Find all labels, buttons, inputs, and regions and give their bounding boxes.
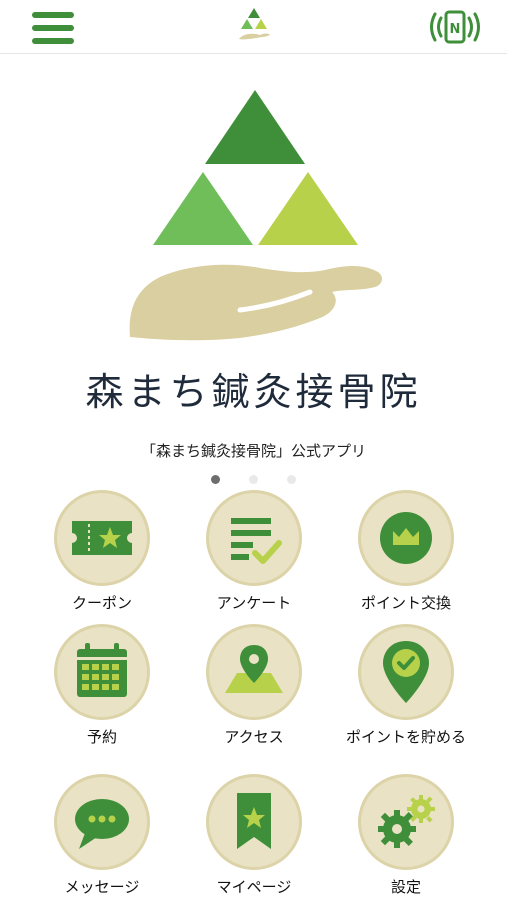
coupon-ticket-icon (67, 521, 137, 555)
menu-label: アクセス (224, 728, 284, 746)
survey-checklist-icon (231, 518, 282, 564)
hamburger-icon[interactable] (32, 10, 74, 46)
location-check-icon (383, 641, 429, 703)
svg-text:N: N (450, 22, 461, 37)
hero-banner[interactable]: 森まち鍼灸接骨院 (0, 56, 507, 456)
menu-label: クーポン (71, 594, 132, 612)
menu-label: ポイント交換 (360, 594, 451, 612)
map-pin-icon (225, 645, 283, 693)
calendar-icon (77, 643, 127, 697)
menu-item-survey[interactable]: アンケート (178, 490, 328, 630)
chat-bubble-icon (75, 799, 129, 849)
menu-item-mypage[interactable]: マイページ (178, 774, 328, 900)
menu-label: アンケート (216, 594, 292, 612)
menu-label: ポイントを貯める (345, 728, 466, 746)
menu-item-point-exchange[interactable]: ポイント交換 (330, 490, 480, 630)
carousel-indicator (0, 469, 507, 484)
menu-label: 予約 (86, 728, 117, 746)
bookmark-star-icon (237, 793, 271, 849)
clinic-logo-icon (239, 8, 270, 40)
menu-label: メッセージ (64, 878, 140, 896)
carousel-dot-1[interactable] (210, 475, 220, 484)
app-header: N (0, 0, 507, 54)
app-subtitle: 「森まち鍼灸接骨院」公式アプリ (140, 442, 366, 460)
carousel-dot-2[interactable] (249, 475, 258, 484)
menu-label: 設定 (390, 878, 421, 896)
clinic-logo-large (129, 90, 382, 341)
menu-item-message[interactable]: メッセージ (26, 774, 176, 900)
gears-icon (378, 795, 435, 848)
point-crown-icon (380, 512, 432, 564)
menu-item-access[interactable]: アクセス (178, 624, 328, 764)
menu-item-reservation[interactable]: 予約 (26, 624, 176, 764)
carousel-dot-3[interactable] (287, 475, 297, 484)
menu-item-earn-points[interactable]: ポイントを貯める (330, 624, 480, 764)
menu-label: マイページ (216, 878, 292, 896)
nfc-phone-icon[interactable]: N (428, 8, 482, 46)
menu-item-settings[interactable]: 設定 (330, 774, 480, 900)
menu-item-coupon[interactable]: クーポン (26, 490, 176, 630)
clinic-name: 森まち鍼灸接骨院 (85, 370, 422, 414)
